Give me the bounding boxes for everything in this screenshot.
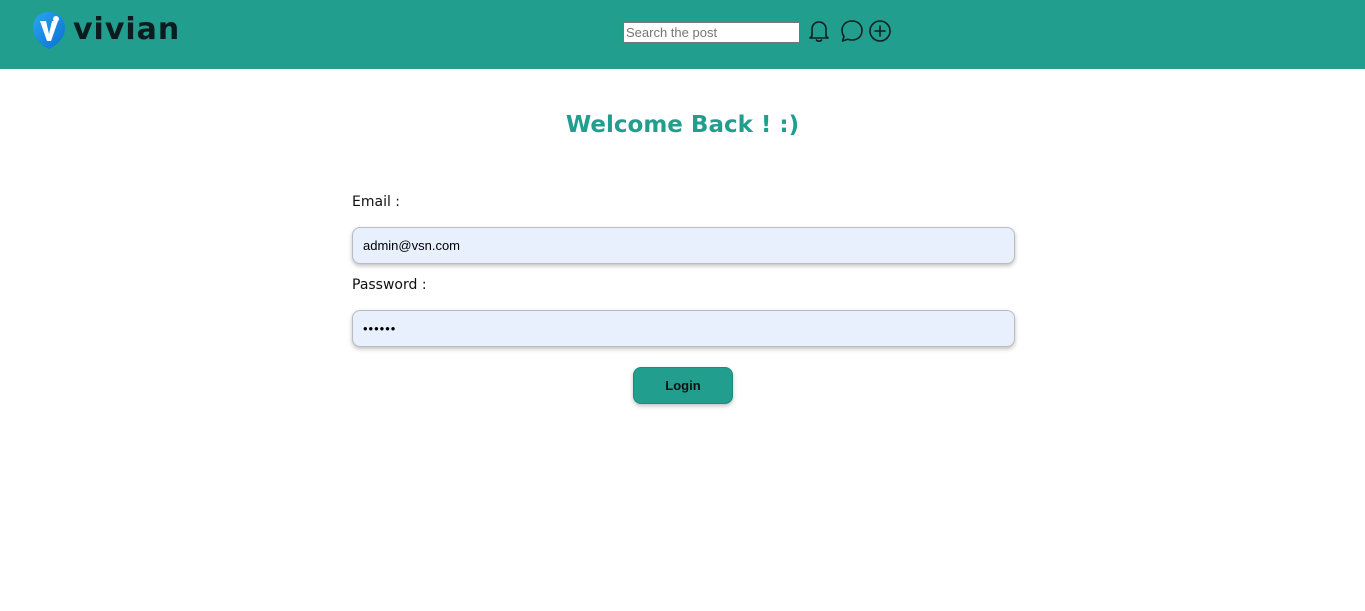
brand-logo[interactable]: vivian: [31, 10, 180, 50]
password-label: Password :: [352, 277, 427, 293]
chat-icon[interactable]: [839, 18, 865, 44]
email-field[interactable]: [352, 227, 1015, 264]
page-title: Welcome Back ! :): [565, 112, 800, 138]
search-input[interactable]: [623, 22, 800, 43]
password-field[interactable]: [352, 310, 1015, 347]
bell-icon[interactable]: [806, 18, 832, 44]
login-button[interactable]: Login: [633, 367, 733, 404]
plus-circle-icon[interactable]: [867, 18, 893, 44]
top-navbar: vivian: [0, 0, 1365, 69]
vivian-logo-icon: [33, 12, 65, 49]
email-label: Email :: [352, 194, 401, 210]
brand-name: vivian: [73, 12, 181, 47]
